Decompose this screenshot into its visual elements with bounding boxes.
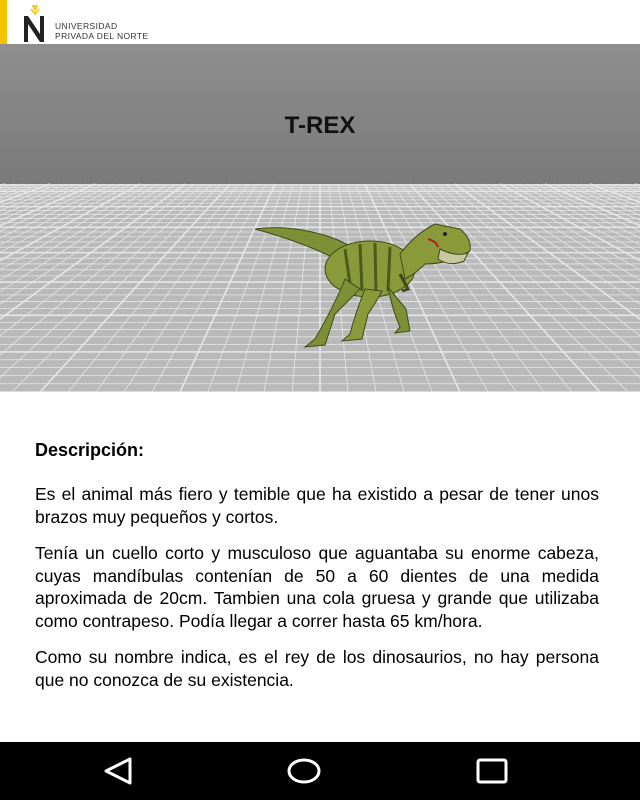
accent-bar bbox=[0, 0, 7, 44]
logo-line-2: PRIVADA DEL NORTE bbox=[55, 31, 149, 41]
description-paragraph: Es el animal más fiero y temible que ha … bbox=[35, 484, 599, 527]
recents-square-icon[interactable] bbox=[474, 756, 510, 786]
app-header: UNIVERSIDAD PRIVADA DEL NORTE bbox=[0, 0, 640, 44]
university-name: UNIVERSIDAD PRIVADA DEL NORTE bbox=[55, 21, 149, 41]
logo-line-1: UNIVERSIDAD bbox=[55, 21, 118, 31]
description-section: Descripción: Es el animal más fiero y te… bbox=[35, 440, 599, 705]
system-navigation-bar bbox=[0, 742, 640, 800]
description-paragraph: Tenía un cuello corto y musculoso que ag… bbox=[35, 543, 599, 631]
home-circle-icon[interactable] bbox=[286, 756, 322, 786]
model-title: T-REX bbox=[284, 112, 356, 139]
t-rex-model[interactable] bbox=[250, 209, 480, 354]
description-heading: Descripción: bbox=[35, 440, 145, 460]
description-paragraph: Como su nombre indica, es el rey de los … bbox=[35, 647, 599, 690]
back-triangle-icon[interactable] bbox=[100, 756, 136, 786]
university-logo-icon bbox=[20, 4, 50, 42]
model-viewer[interactable]: T-REX bbox=[0, 44, 640, 392]
